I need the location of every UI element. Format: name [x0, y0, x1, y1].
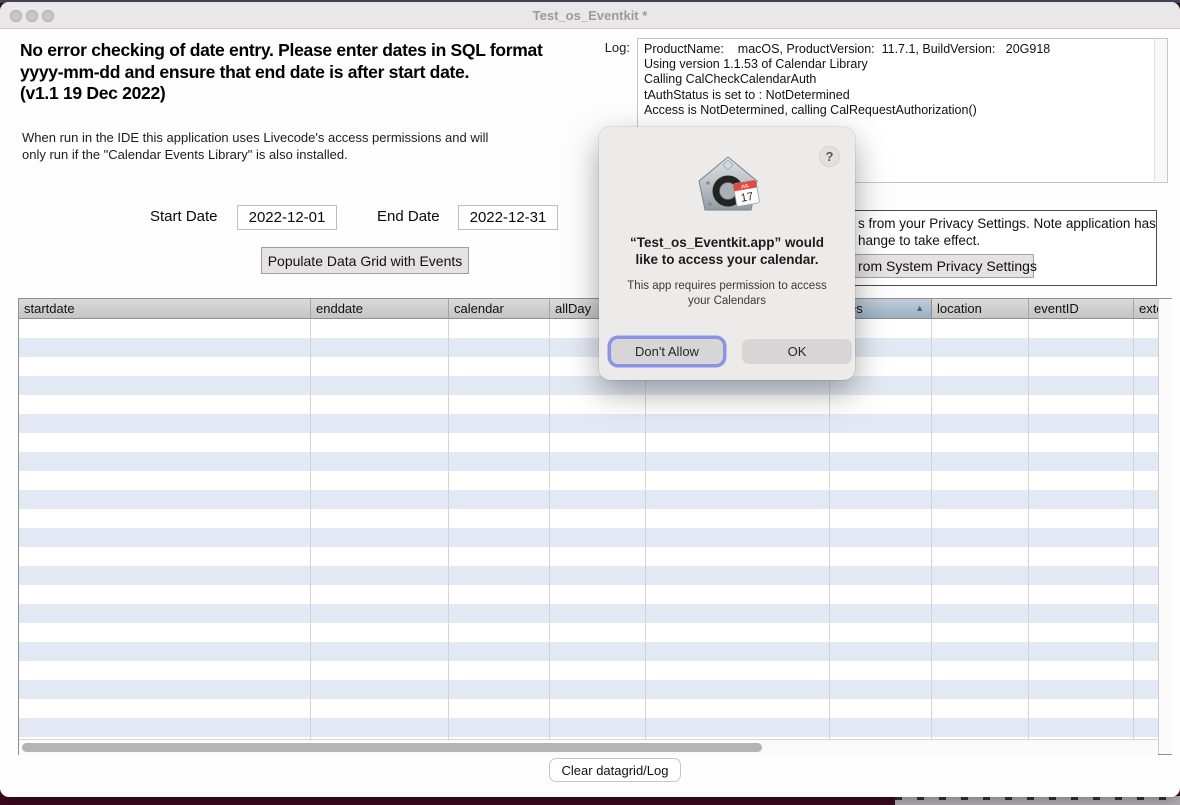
- table-row: [19, 718, 1158, 737]
- log-line: Calling CalCheckCalendarAuth: [644, 72, 1151, 87]
- table-row: [19, 338, 1158, 357]
- table-row: [19, 604, 1158, 623]
- table-row: [19, 452, 1158, 471]
- table-row: [19, 547, 1158, 566]
- log-line: tAuthStatus is set to : NotDetermined: [644, 88, 1151, 103]
- dialog-title-line-1: “Test_os_Eventkit.app” would: [609, 234, 845, 251]
- sort-ascending-icon: ▲: [915, 303, 924, 313]
- grid-horizontal-scrollbar: [19, 739, 1158, 755]
- table-row: [19, 376, 1158, 395]
- table-row: [19, 528, 1158, 547]
- column-divider: [1028, 319, 1029, 739]
- grid-column-header-exter[interactable]: exter: [1134, 299, 1160, 319]
- column-divider: [448, 319, 449, 739]
- table-row: [19, 509, 1158, 528]
- table-row: [19, 471, 1158, 490]
- table-row: [19, 319, 1158, 338]
- table-row: [19, 623, 1158, 642]
- heading-line-2: yyyy-mm-dd and ensure that end date is a…: [20, 62, 595, 84]
- app-window: Test_os_Eventkit * No error checking of …: [0, 2, 1180, 797]
- clear-datagrid-log-button[interactable]: Clear datagrid/Log: [549, 758, 681, 782]
- log-label: Log:: [595, 40, 630, 55]
- end-date-input[interactable]: [458, 205, 558, 230]
- log-scrollbar[interactable]: [1154, 39, 1167, 182]
- table-row: [19, 395, 1158, 414]
- log-line: Access is NotDetermined, calling CalRequ…: [644, 103, 1151, 118]
- table-row: [19, 433, 1158, 452]
- calendar-badge-icon: JUL 17: [733, 180, 760, 207]
- dialog-title-line-2: like to access your calendar.: [609, 251, 845, 268]
- table-row: [19, 680, 1158, 699]
- grid-column-header-enddate[interactable]: enddate: [311, 299, 449, 319]
- security-privacy-icon: JUL 17: [695, 154, 761, 218]
- start-date-label: Start Date: [150, 208, 218, 225]
- help-button[interactable]: ?: [819, 146, 840, 167]
- heading-line-1: No error checking of date entry. Please …: [20, 40, 595, 62]
- events-datagrid: startdateenddatecalendarallDayes▲locatio…: [18, 298, 1172, 755]
- dont-allow-button[interactable]: Don't Allow: [611, 339, 723, 364]
- dialog-body-line-1: This app requires permission to access: [613, 279, 841, 294]
- grid-hscroll-thumb[interactable]: [22, 743, 762, 752]
- table-row: [19, 357, 1158, 376]
- grid-header-row: startdateenddatecalendarallDayes▲locatio…: [19, 299, 1158, 319]
- start-date-input[interactable]: [237, 205, 337, 230]
- grid-column-header-startdate[interactable]: startdate: [19, 299, 311, 319]
- column-divider: [645, 319, 646, 739]
- table-row: [19, 661, 1158, 680]
- calendar-permission-dialog: ? JUL 17 “: [599, 127, 855, 380]
- grid-column-header-calendar[interactable]: calendar: [449, 299, 550, 319]
- column-divider: [310, 319, 311, 739]
- title-bar: Test_os_Eventkit *: [0, 2, 1180, 29]
- ide-note-text: When run in the IDE this application use…: [22, 130, 582, 163]
- dialog-buttons: Don't Allow OK: [611, 339, 843, 364]
- table-row: [19, 490, 1158, 509]
- column-divider: [829, 319, 830, 739]
- table-row: [19, 699, 1158, 718]
- table-row: [19, 585, 1158, 604]
- dialog-body-line-2: your Calendars: [613, 294, 841, 309]
- window-title: Test_os_Eventkit *: [0, 8, 1180, 23]
- privacy-note-line-2: hange to take effect.: [858, 233, 980, 248]
- badge-day: 17: [740, 191, 755, 205]
- grid-column-header-eventID[interactable]: eventID: [1029, 299, 1134, 319]
- ok-button[interactable]: OK: [742, 339, 852, 364]
- column-divider: [549, 319, 550, 739]
- grid-body: [19, 319, 1158, 739]
- table-row: [19, 414, 1158, 433]
- log-line: Using version 1.1.53 of Calendar Library: [644, 57, 1151, 72]
- table-row: [19, 642, 1158, 661]
- page-title: No error checking of date entry. Please …: [20, 40, 595, 105]
- column-divider: [1133, 319, 1134, 739]
- grid-column-header-location[interactable]: location: [932, 299, 1029, 319]
- dialog-body-text: This app requires permission to access y…: [613, 279, 841, 308]
- privacy-note-line-1: s from your Privacy Settings. Note appli…: [858, 216, 1156, 231]
- table-row: [19, 566, 1158, 585]
- dialog-title: “Test_os_Eventkit.app” would like to acc…: [609, 234, 845, 268]
- heading-line-3: (v1.1 19 Dec 2022): [20, 83, 595, 105]
- grid-vertical-scrollbar[interactable]: [1158, 299, 1172, 754]
- desktop-backdrop-bottom: [895, 796, 1180, 805]
- column-divider: [931, 319, 932, 739]
- log-line: ProductName: macOS, ProductVersion: 11.7…: [644, 42, 1151, 57]
- populate-datagrid-button[interactable]: Populate Data Grid with Events: [261, 247, 469, 274]
- end-date-label: End Date: [377, 208, 440, 225]
